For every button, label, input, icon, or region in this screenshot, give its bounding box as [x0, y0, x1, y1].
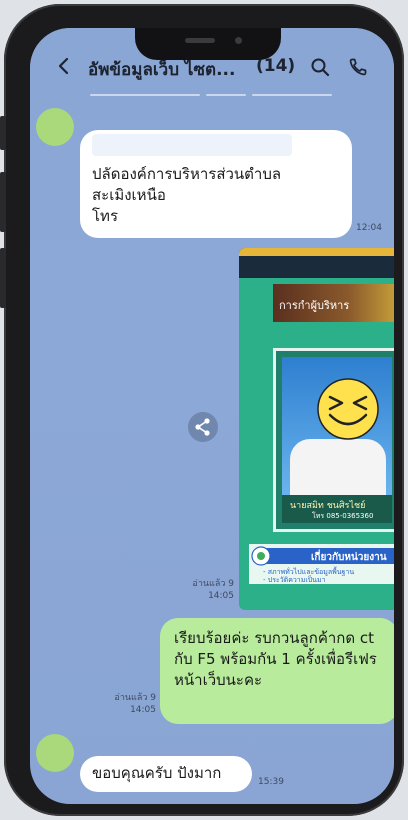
image-header-tag: การกำผู้บริหาร [273, 284, 394, 322]
message-text: ปลัดองค์การบริหารส่วนตำบล สะเมิงเหนือ โท… [92, 164, 342, 227]
image-banner-strip [239, 248, 394, 256]
read-label: อ่านแล้ว 9 [114, 693, 156, 703]
message-line: หน้าเว็บนะคะ [174, 671, 263, 689]
outgoing-message[interactable]: เรียบร้อยค่ะ รบกวนลูกค้ากด ct กับ F5 พร้… [160, 618, 394, 724]
redacted-text [92, 134, 292, 156]
scroll-indicator [206, 94, 246, 96]
phone-frame: อัพข้อมูลเว็บ ไซต... (14) ปลัดองค์การบริ… [0, 4, 404, 816]
message-time: 15:39 [258, 777, 284, 787]
portrait-frame: นายสมิท ชนศิรไชย์ โทร 085-0365360 [273, 348, 394, 532]
side-button [0, 116, 6, 150]
info-heading: เกี่ยวกับหน่วยงาน [259, 548, 394, 564]
share-button[interactable] [188, 412, 218, 442]
message-time: 14:05 [208, 591, 234, 601]
chevron-left-icon[interactable] [54, 56, 74, 76]
message-line: โทร [92, 207, 119, 225]
info-line: - ประวัติความเป็นมา [263, 576, 326, 584]
incoming-message[interactable]: ขอบคุณครับ ปังมาก [80, 756, 252, 792]
front-camera [235, 37, 242, 44]
message-time: 12:04 [356, 223, 382, 233]
read-status: อ่านแล้ว 9 14:05 [160, 578, 234, 602]
share-icon [195, 418, 210, 436]
chat-title[interactable]: อัพข้อมูลเว็บ ไซต... [88, 56, 235, 83]
volume-up-button [0, 172, 6, 232]
scroll-indicator [252, 94, 332, 96]
scroll-indicator [90, 94, 200, 96]
image-message[interactable]: การกำผู้บริหาร นายสมิท ชนศิรไชย์ โทร 085… [239, 248, 394, 610]
phone-icon[interactable] [348, 57, 368, 77]
search-icon[interactable] [310, 57, 330, 77]
message-text: ขอบคุณครับ ปังมาก [92, 764, 222, 782]
avatar[interactable] [36, 108, 74, 146]
message-line: สะเมิงเหนือ [92, 186, 166, 204]
message-line: เรียบร้อยค่ะ รบกวนลูกค้ากด ct [174, 629, 374, 647]
message-line: ปลัดองค์การบริหารส่วนตำบล [92, 165, 282, 183]
speaker-grille [185, 38, 215, 43]
message-text: เรียบร้อยค่ะ รบกวนลูกค้ากด ct กับ F5 พร้… [174, 628, 394, 691]
volume-down-button [0, 248, 6, 308]
info-heading-text: เกี่ยวกับหน่วยงาน [311, 552, 387, 563]
message-time: 14:05 [130, 705, 156, 715]
message-line: กับ F5 พร้อมกัน 1 ครั้งเพื่อรีเฟร [174, 650, 377, 668]
read-status: อ่านแล้ว 9 14:05 [82, 692, 156, 716]
read-label: อ่านแล้ว 9 [192, 579, 234, 589]
portrait-phone: โทร 085-0365360 [312, 512, 374, 520]
portrait-name: นายสมิท ชนศิรไชย์ [290, 501, 366, 511]
portrait-name-band: นายสมิท ชนศิรไชย์ โทร 085-0365360 [282, 495, 392, 523]
image-tag-text: การกำผู้บริหาร [279, 299, 350, 312]
avatar[interactable] [36, 734, 74, 772]
organization-logo-icon [251, 546, 271, 566]
laughing-face-icon [317, 378, 379, 440]
chat-screen: อัพข้อมูลเว็บ ไซต... (14) ปลัดองค์การบริ… [30, 28, 394, 804]
image-info-card: เกี่ยวกับหน่วยงาน - สภาพทั่วไปและข้อมูลพ… [249, 544, 394, 584]
phone-notch [135, 28, 281, 60]
incoming-message[interactable]: ปลัดองค์การบริหารส่วนตำบล สะเมิงเหนือ โท… [80, 130, 352, 238]
